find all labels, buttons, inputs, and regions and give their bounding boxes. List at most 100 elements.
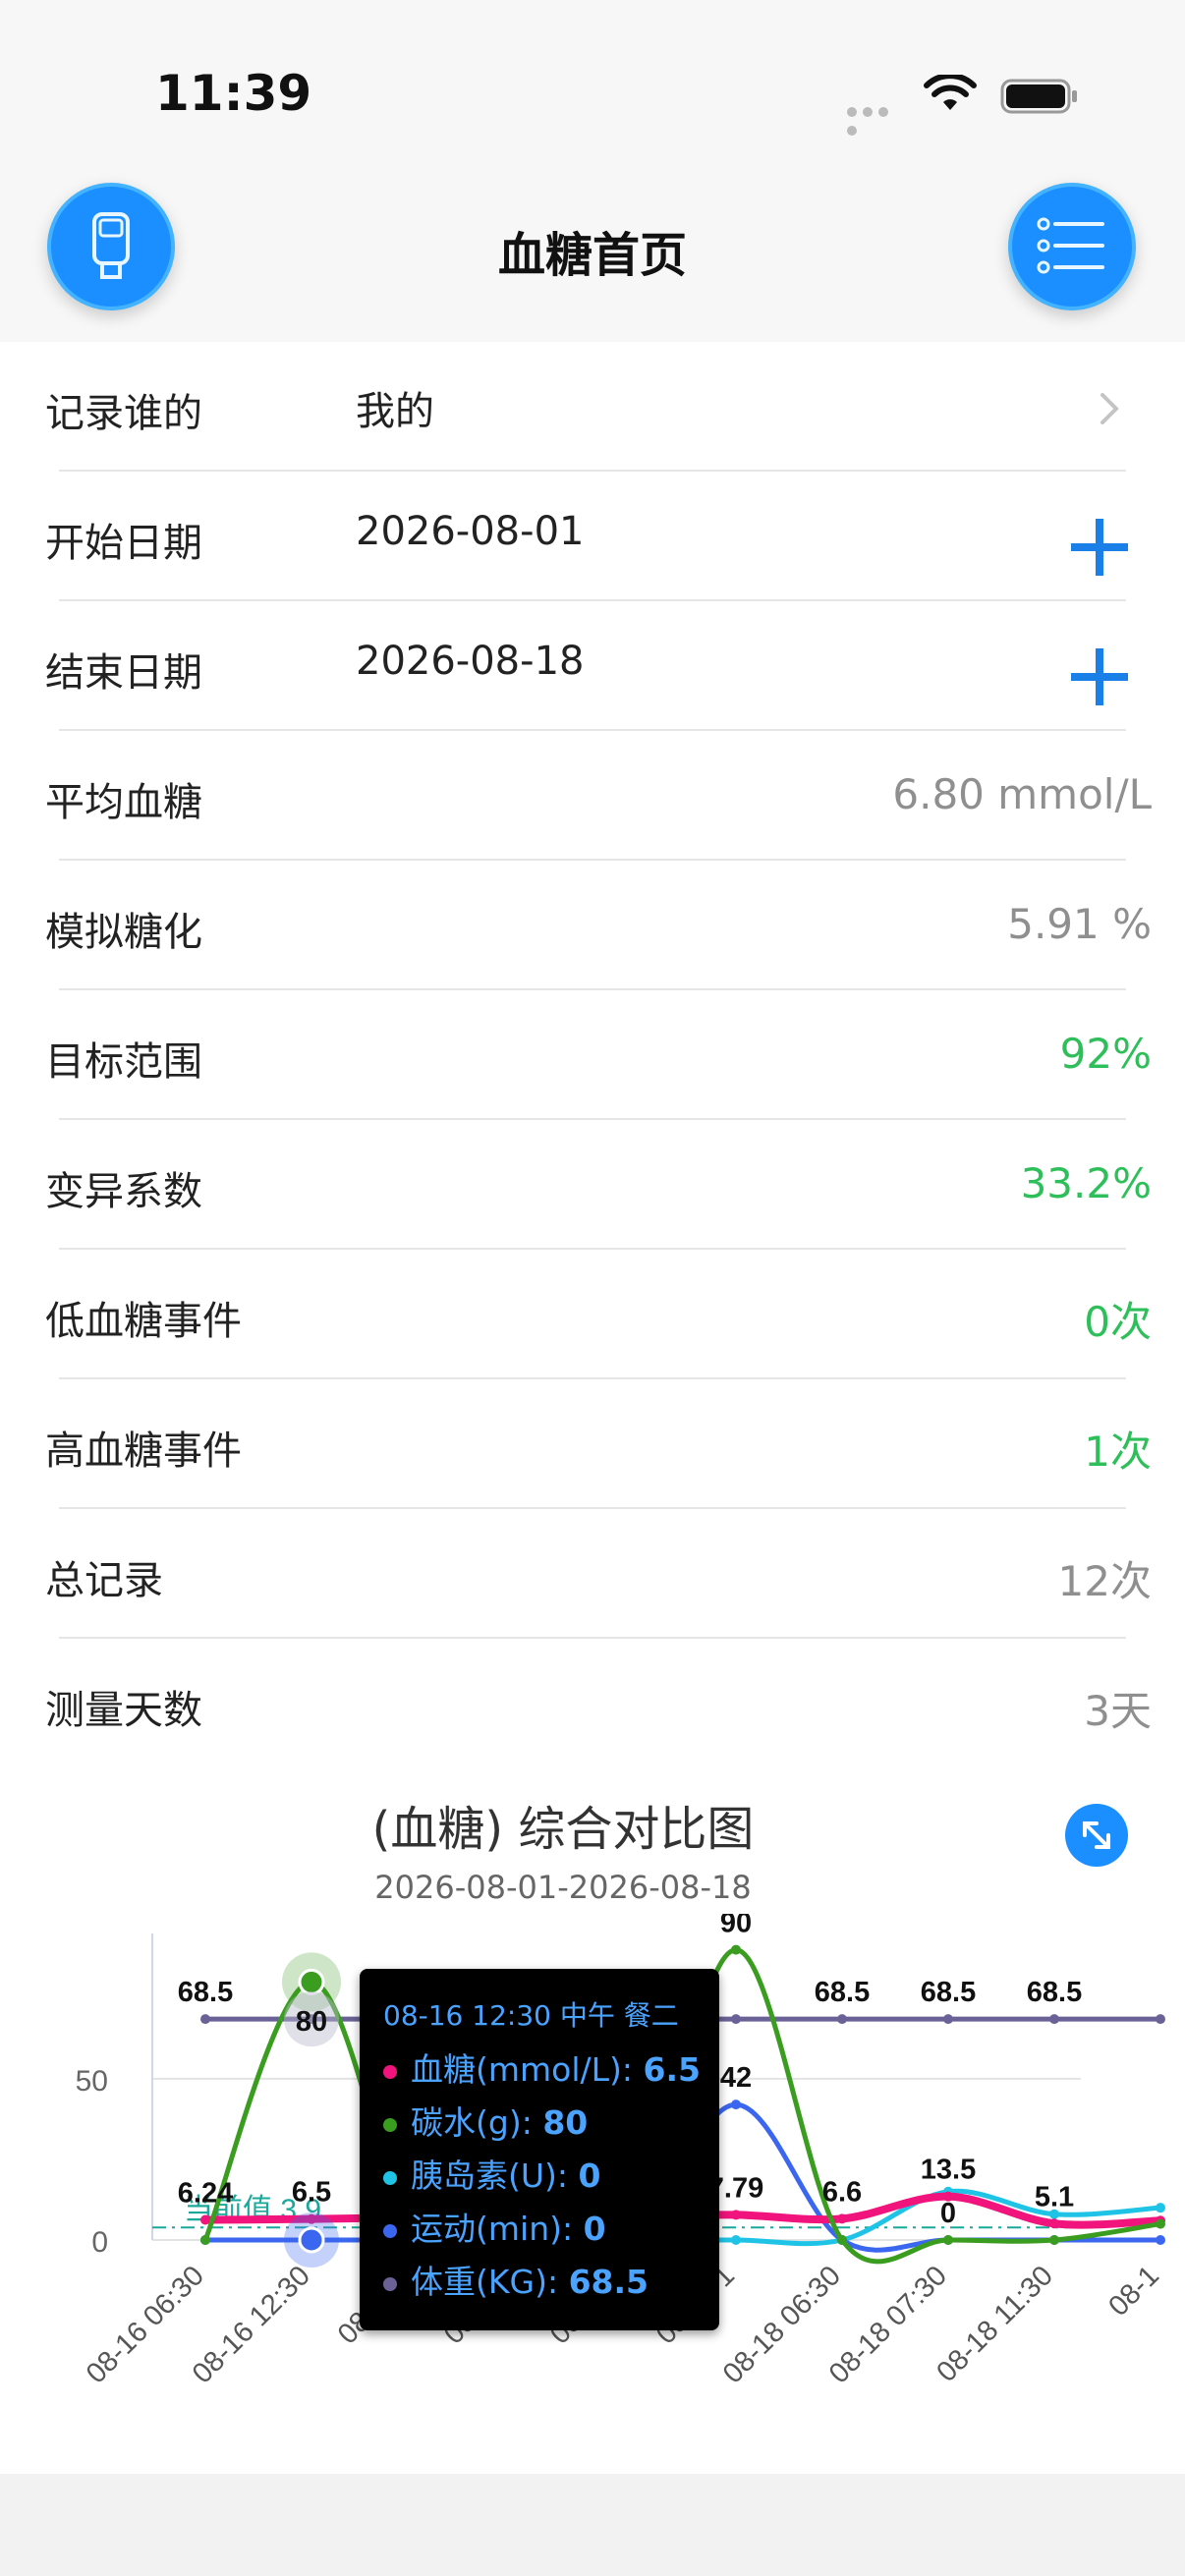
data-label: 6.6 xyxy=(822,2176,862,2208)
y-tick-label: 50 xyxy=(76,2065,108,2098)
row-label: 低血糖事件 xyxy=(45,1299,242,1344)
menu-list-button[interactable] xyxy=(1008,183,1136,310)
legend-dot-icon xyxy=(383,2276,397,2291)
plus-icon[interactable] xyxy=(1069,646,1130,707)
data-label: 13.5 xyxy=(921,2155,976,2186)
y-tick-label: 0 xyxy=(91,2226,108,2259)
wifi-icon xyxy=(924,75,977,110)
chart-title: (血糖) 综合对比图 xyxy=(371,1802,755,1857)
data-label: 68.5 xyxy=(921,1977,976,2008)
series-point-0 xyxy=(731,2210,741,2220)
tooltip-item-value: 68.5 xyxy=(568,2263,649,2301)
row-days: 测量天数 3天 xyxy=(0,1639,1185,1768)
data-label: 80 xyxy=(296,2006,327,2038)
row-label: 变异系数 xyxy=(45,1169,202,1214)
row-label: 测量天数 xyxy=(45,1688,202,1733)
tooltip-item: 体重(KG): 68.5 xyxy=(383,2256,649,2301)
row-label: 总记录 xyxy=(45,1558,163,1603)
legend-dot-icon xyxy=(383,2170,397,2185)
row-label: 平均血糖 xyxy=(45,780,202,825)
chart-subtitle: 2026-08-01-2026-08-18 xyxy=(374,1869,752,1906)
row-label: 开始日期 xyxy=(45,521,202,566)
series-point-4 xyxy=(200,2014,210,2025)
page-title: 血糖首页 xyxy=(497,228,687,283)
row-value: 2026-08-01 xyxy=(356,509,585,554)
row-value: 92% xyxy=(1059,1030,1152,1078)
row-avg-glucose: 平均血糖 6.80 mmol/L xyxy=(0,731,1185,861)
tooltip-item-value: 80 xyxy=(542,2103,589,2142)
data-label: 5.1 xyxy=(1035,2181,1074,2212)
tooltip-item: 胰岛素(U): 0 xyxy=(383,2150,601,2195)
series-point-2 xyxy=(731,2235,741,2245)
series-point-1 xyxy=(837,2235,847,2245)
tooltip-item-name: 体重(KG): xyxy=(411,2263,569,2301)
x-tick-label: 08-18 11:30 xyxy=(931,2260,1059,2388)
data-label: 6.5 xyxy=(292,2177,331,2209)
expand-button[interactable] xyxy=(1065,1804,1128,1867)
row-label: 结束日期 xyxy=(45,650,202,696)
tooltip-item-name: 运动(min): xyxy=(411,2210,584,2248)
plus-icon[interactable] xyxy=(1069,517,1130,578)
tooltip-item-value: 0 xyxy=(583,2210,606,2248)
data-label: 0 xyxy=(940,2198,956,2229)
data-label: 68.5 xyxy=(815,1977,870,2008)
highlight-point xyxy=(298,2226,325,2254)
row-value: 6.80 mmol/L xyxy=(892,770,1152,818)
row-label: 高血糖事件 xyxy=(45,1428,242,1474)
tooltip-item: 运动(min): 0 xyxy=(383,2203,606,2248)
series-point-4 xyxy=(731,2014,741,2025)
series-point-3 xyxy=(731,2100,741,2110)
highlight-point xyxy=(298,1968,325,1995)
data-label: 42 xyxy=(720,2062,752,2094)
data-label: 68.5 xyxy=(178,1977,233,2008)
row-estimated-a1c: 模拟糖化 5.91 % xyxy=(0,861,1185,990)
series-point-3 xyxy=(1156,2235,1165,2245)
row-value: 5.91 % xyxy=(1007,900,1152,948)
series-point-1 xyxy=(943,2235,953,2245)
cellular-signal-icon xyxy=(847,102,906,136)
row-start-date[interactable]: 开始日期 2026-08-01 xyxy=(0,472,1185,601)
bottom-spacer xyxy=(0,2474,1185,2576)
row-end-date[interactable]: 结束日期 2026-08-18 xyxy=(0,601,1185,731)
status-bar: 11:39 xyxy=(0,0,1185,167)
series-point-4 xyxy=(943,2014,953,2025)
row-total-records: 总记录 12次 xyxy=(0,1509,1185,1639)
tooltip-item-name: 碳水(g): xyxy=(411,2103,543,2142)
tooltip-item: 碳水(g): 80 xyxy=(383,2097,589,2142)
chevron-right-icon xyxy=(1100,393,1119,424)
tooltip-item-value: 0 xyxy=(578,2156,601,2195)
row-value: 2026-08-18 xyxy=(356,639,585,684)
tooltip-item-name: 胰岛素(U): xyxy=(411,2156,579,2195)
series-point-4 xyxy=(1049,2014,1059,2025)
row-target-range: 目标范围 92% xyxy=(0,990,1185,1120)
data-label: 68.5 xyxy=(1027,1977,1082,2008)
row-owner[interactable]: 记录谁的 我的 xyxy=(0,342,1185,472)
nav-bar: 血糖首页 xyxy=(0,167,1185,342)
series-point-1 xyxy=(1049,2235,1059,2245)
data-label: 6.24 xyxy=(178,2178,233,2210)
row-label: 目标范围 xyxy=(45,1039,202,1085)
series-point-2 xyxy=(1156,2203,1165,2213)
tooltip-item-value: 6.5 xyxy=(643,2050,701,2089)
tooltip-item-name: 血糖(mmol/L): xyxy=(411,2050,644,2089)
series-point-1 xyxy=(731,1944,741,1955)
list-icon xyxy=(1037,217,1104,274)
row-value: 1次 xyxy=(1084,1428,1152,1476)
row-label: 记录谁的 xyxy=(45,391,202,436)
row-cv: 变异系数 33.2% xyxy=(0,1120,1185,1250)
expand-icon xyxy=(1083,1821,1110,1849)
stats-list: 记录谁的 我的 开始日期 2026-08-01 结束日期 2026-08-18 … xyxy=(0,342,1185,1768)
row-value: 3天 xyxy=(1084,1687,1152,1735)
row-value: 12次 xyxy=(1057,1557,1152,1605)
data-label: 90 xyxy=(720,1914,752,1939)
chart-tooltip: 08-16 12:30 中午 餐二 血糖(mmol/L): 6.5 碳水(g):… xyxy=(360,1969,719,2330)
legend-dot-icon xyxy=(383,2064,397,2079)
status-time: 11:39 xyxy=(155,65,312,122)
x-tick-label: 08-1 xyxy=(1102,2260,1165,2323)
row-hyper-events: 高血糖事件 1次 xyxy=(0,1379,1185,1509)
series-point-4 xyxy=(837,2014,847,2025)
series-point-4 xyxy=(1156,2014,1165,2025)
series-point-0 xyxy=(1049,2218,1059,2229)
legend-dot-icon xyxy=(383,2223,397,2238)
series-point-1 xyxy=(200,2235,210,2245)
